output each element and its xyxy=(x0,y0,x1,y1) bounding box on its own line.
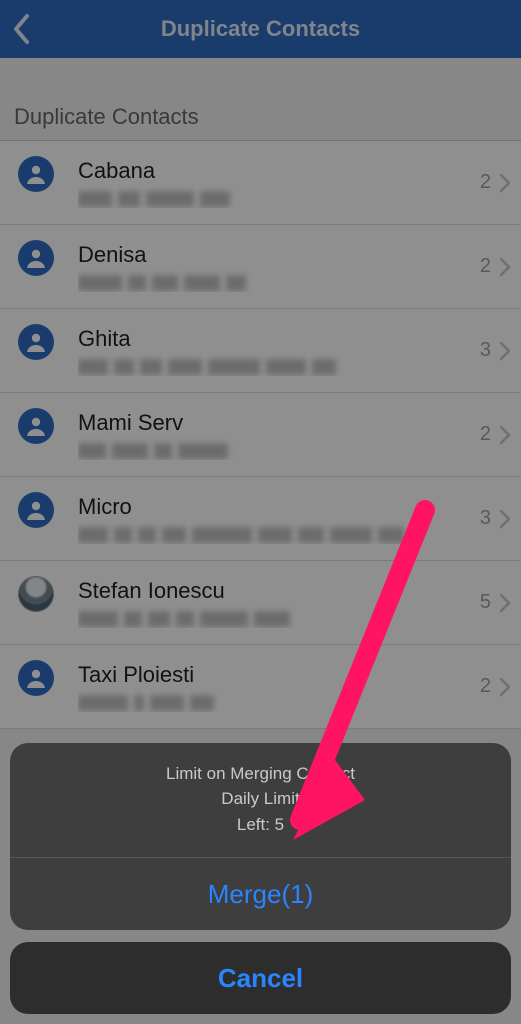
sheet-message-line: Daily Limit xyxy=(30,786,491,812)
sheet-message-line: Left: 5 xyxy=(30,812,491,838)
sheet-message-line: Limit on Merging Contact xyxy=(30,761,491,787)
action-sheet-message: Limit on Merging Contact Daily Limit Lef… xyxy=(10,743,511,859)
action-sheet: Limit on Merging Contact Daily Limit Lef… xyxy=(10,743,511,1015)
cancel-button[interactable]: Cancel xyxy=(10,942,511,1014)
action-sheet-group: Limit on Merging Contact Daily Limit Lef… xyxy=(10,743,511,931)
merge-button[interactable]: Merge(1) xyxy=(10,858,511,930)
